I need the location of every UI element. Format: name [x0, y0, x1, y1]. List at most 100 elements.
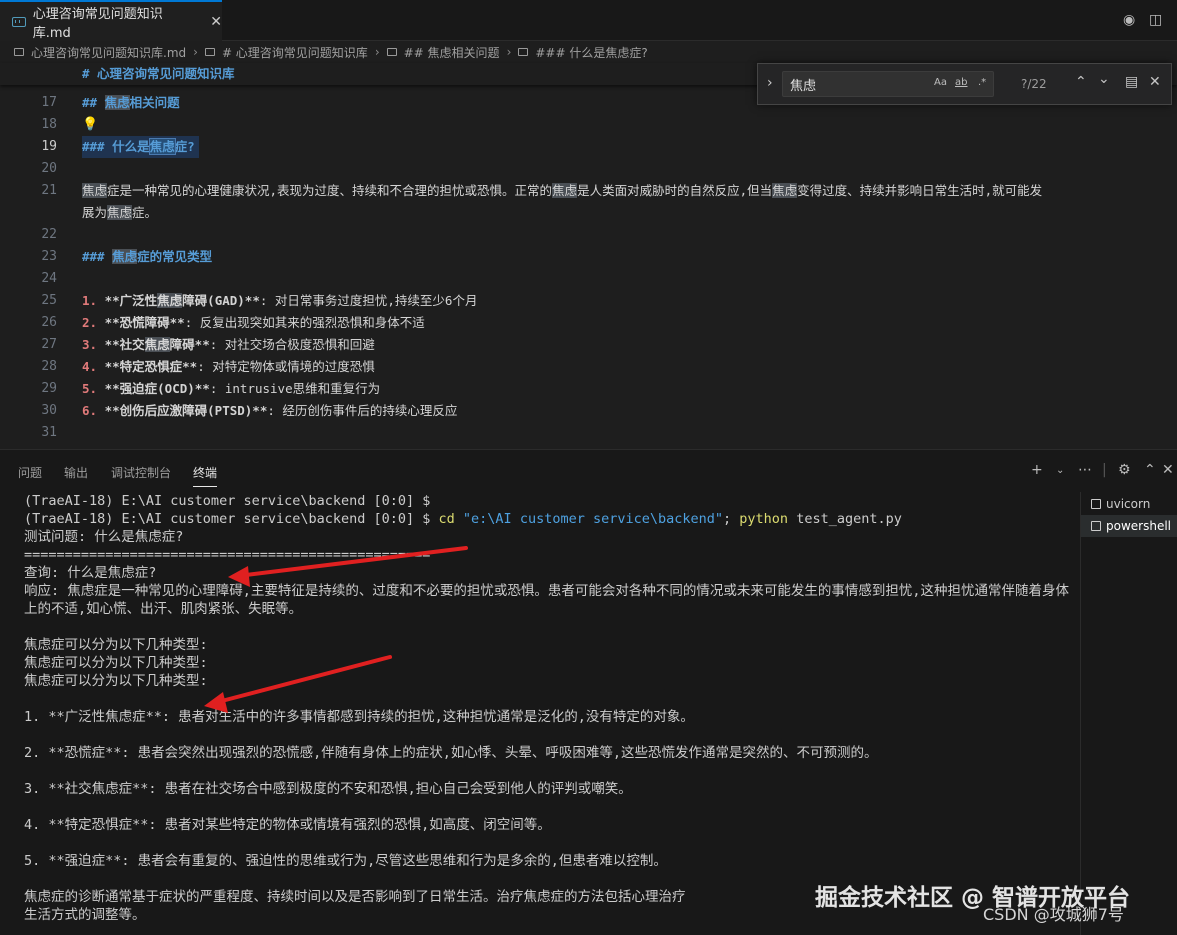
sticky-heading: # 心理咨询常见问题知识库 — [82, 66, 235, 81]
editor-line[interactable]: 20 — [0, 158, 1177, 180]
panel-tab-bar: 问题 输出 调试控制台 终端 + ⌄ ⋯ | ⚙ ⌃ ✕ — [0, 450, 1177, 492]
settings-sliders-icon[interactable]: ⚙ — [1118, 462, 1131, 478]
tab-problems[interactable]: 问题 — [18, 464, 42, 481]
editor-tab-bar: 心理咨询常见问题知识库.md ✕ ◉ ◫ — [0, 0, 1177, 41]
terminal-line: 焦虑症可以分为以下几种类型: — [24, 655, 208, 671]
line-number: 19 — [41, 139, 57, 154]
code-editor[interactable]: # 心理咨询常见问题知识库 17 ## 焦虑相关问题 18 💡 19 ### 什… — [0, 63, 1177, 446]
heading-text: 症的常见类型 — [137, 249, 213, 264]
close-icon[interactable]: ✕ — [1162, 462, 1174, 478]
editor-line[interactable]: 31 — [0, 422, 1177, 444]
tab-debug-console[interactable]: 调试控制台 — [111, 464, 171, 481]
text-segment: : 反复出现突如其来的强烈恐惧和身体不适 — [184, 315, 425, 330]
search-match: 焦虑 — [82, 183, 108, 198]
chevron-right-icon: › — [374, 45, 380, 59]
editor-line[interactable]: 25 1. **广泛性焦虑障碍(GAD)**: 对日常事务过度担忧,持续至少6个… — [0, 290, 1177, 312]
next-match-icon[interactable]: ⌄ — [1098, 71, 1110, 87]
search-match: 焦虑 — [104, 95, 130, 110]
text-segment: 是人类面对威胁时的自然反应,但当 — [577, 183, 773, 198]
toggle-replace-chevron-icon[interactable]: › — [767, 75, 773, 91]
terminal-icon — [1091, 521, 1101, 531]
terminal-output[interactable]: (TraeAI-18) E:\AI customer service\backe… — [24, 492, 1074, 924]
text-segment: 展为 — [82, 205, 108, 220]
command: cd — [438, 511, 455, 527]
editor-line[interactable]: 22 — [0, 224, 1177, 246]
editor-line[interactable]: 23 ### 焦虑症的常见类型 — [0, 246, 1177, 268]
editor-line[interactable]: 29 5. **强迫症(OCD)**: intrusive思维和重复行为 — [0, 378, 1177, 400]
terminal-list: uvicorn powershell — [1080, 492, 1177, 935]
line-number: 31 — [41, 425, 57, 440]
line-number: 24 — [41, 271, 57, 286]
terminal-line: 测试问题: 什么是焦虑症? — [24, 529, 184, 545]
search-match: 焦虑 — [772, 183, 798, 198]
bold-text: 障碍** — [169, 337, 210, 352]
chevron-right-icon: › — [193, 45, 198, 59]
heading-symbol-icon — [518, 48, 529, 56]
line-number: 29 — [41, 381, 57, 396]
list-number: 3. — [82, 337, 98, 352]
more-actions-icon[interactable]: ⋯ — [1078, 462, 1092, 478]
text-segment: 症。 — [132, 205, 158, 220]
editor-line[interactable]: 27 3. **社交焦虑障碍**: 对社交场合极度恐惧和回避 — [0, 334, 1177, 356]
text-segment: : 对特定物体或情境的过度恐惧 — [197, 359, 375, 374]
line-content: 6. **创伤后应激障碍(PTSD)**: 经历创伤事件后的持续心理反应 — [82, 400, 457, 422]
close-icon[interactable]: ✕ — [1149, 74, 1161, 90]
find-in-selection-icon[interactable]: ▤ — [1125, 74, 1138, 90]
text-segment: : 对日常事务过度担忧,持续至少6个月 — [259, 293, 478, 308]
line-number: 17 — [41, 95, 57, 110]
text-segment: : intrusive思维和重复行为 — [209, 381, 381, 396]
chevron-right-icon: › — [506, 45, 512, 59]
editor-line[interactable]: 21 焦虑症是一种常见的心理健康状况,表现为过度、持续和不合理的担忧或恐惧。正常… — [0, 180, 1177, 224]
line-number: 28 — [41, 359, 57, 374]
close-icon[interactable]: ✕ — [210, 14, 222, 30]
maximize-panel-icon[interactable]: ⌃ — [1144, 462, 1156, 478]
bottom-panel: 问题 输出 调试控制台 终端 + ⌄ ⋯ | ⚙ ⌃ ✕ (TraeAI-18)… — [0, 449, 1177, 935]
list-number: 5. — [82, 381, 98, 396]
search-match-current: 焦虑 — [148, 138, 176, 155]
text-segment: 症是一种常见的心理健康状况,表现为过度、持续和不合理的担忧或恐惧。正常的 — [107, 183, 553, 198]
breadcrumb-item[interactable]: # 心理咨询常见问题知识库 — [222, 44, 368, 61]
text-segment: : 对社交场合极度恐惧和回避 — [209, 337, 375, 352]
match-whole-word-icon[interactable]: ab — [955, 77, 967, 88]
heading-marker: ## — [82, 95, 105, 110]
previous-match-icon[interactable]: ⌃ — [1075, 74, 1087, 90]
line-number: 21 — [41, 183, 57, 198]
tab-output[interactable]: 输出 — [64, 464, 88, 481]
new-terminal-plus-icon[interactable]: + — [1031, 462, 1043, 478]
heading-text: 什么是 — [112, 139, 150, 154]
preview-eye-icon[interactable]: ◉ — [1123, 12, 1135, 28]
terminal-item-powershell[interactable]: powershell — [1081, 515, 1177, 537]
editor-line[interactable]: 24 — [0, 268, 1177, 290]
use-regex-icon[interactable]: .* — [978, 77, 986, 88]
editor-line-current[interactable]: 19 ### 什么是焦虑症? — [0, 136, 1177, 158]
editor-tab[interactable]: 心理咨询常见问题知识库.md ✕ — [0, 0, 222, 41]
bold-text: 障碍(GAD)** — [182, 293, 260, 308]
terminal-item-uvicorn[interactable]: uvicorn — [1081, 493, 1177, 515]
search-match: 焦虑 — [157, 293, 183, 308]
bold-text: **社交 — [104, 337, 145, 352]
chevron-down-icon[interactable]: ⌄ — [1056, 465, 1064, 476]
lightbulb-icon[interactable]: 💡 — [82, 114, 98, 136]
heading-text: 症? — [174, 139, 195, 154]
bold-text: **特定恐惧症** — [104, 359, 198, 374]
breadcrumb-item[interactable]: ## 焦虑相关问题 — [404, 44, 500, 61]
line-number: 25 — [41, 293, 57, 308]
separator: ; — [723, 511, 740, 527]
match-case-icon[interactable]: Aa — [934, 77, 947, 88]
terminal-line: 1. **广泛性焦虑症**: 患者对生活中的许多事情都感到持续的担忧,这种担忧通… — [24, 709, 694, 725]
editor-line[interactable]: 28 4. **特定恐惧症**: 对特定物体或情境的过度恐惧 — [0, 356, 1177, 378]
line-content: ### 什么是焦虑症? — [82, 136, 199, 158]
line-content: ## 焦虑相关问题 — [82, 92, 180, 114]
search-match: 焦虑 — [112, 249, 138, 264]
breadcrumb-item[interactable]: 心理咨询常见问题知识库.md — [31, 44, 186, 61]
tab-terminal[interactable]: 终端 — [193, 464, 218, 487]
divider: | — [1102, 462, 1107, 478]
heading-text: 相关问题 — [129, 95, 180, 110]
split-editor-icon[interactable]: ◫ — [1149, 12, 1162, 28]
editor-line[interactable]: 26 2. **恐慌障碍**: 反复出现突如其来的强烈恐惧和身体不适 — [0, 312, 1177, 334]
editor-line[interactable]: 18 💡 — [0, 114, 1177, 136]
line-number: 20 — [41, 161, 57, 176]
editor-line[interactable]: 30 6. **创伤后应激障碍(PTSD)**: 经历创伤事件后的持续心理反应 — [0, 400, 1177, 422]
text-segment: 变得过度、持续并影响日常生活时,就可能发 — [797, 183, 1043, 198]
breadcrumb-item[interactable]: ### 什么是焦虑症? — [535, 44, 647, 61]
